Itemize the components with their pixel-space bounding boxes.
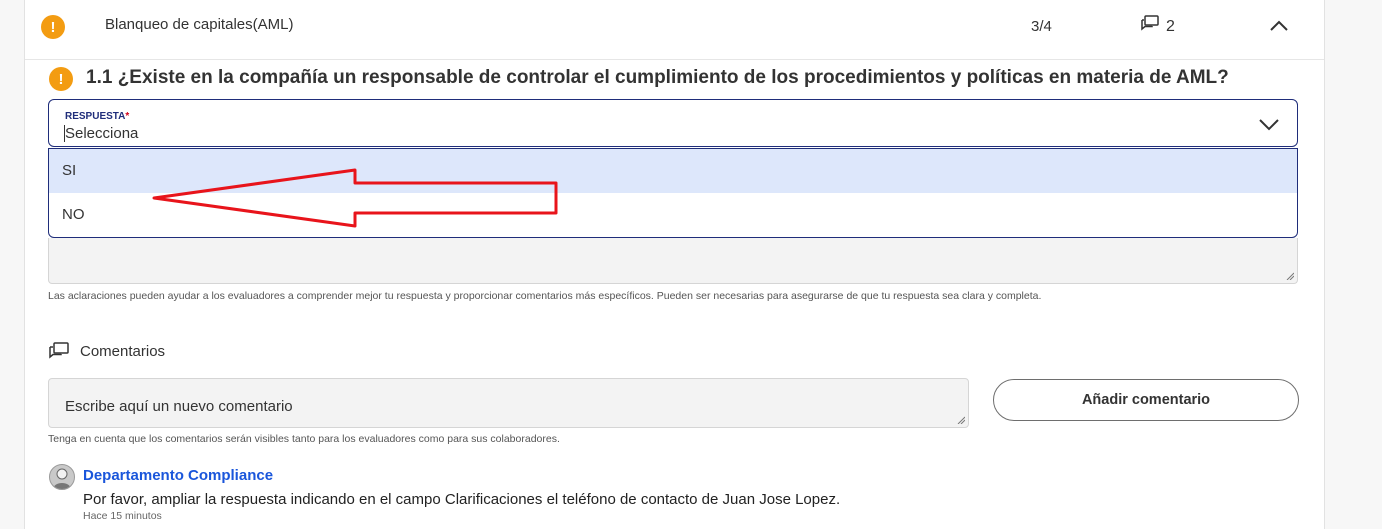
comment-author[interactable]: Departamento Compliance — [83, 467, 273, 484]
clarifications-textarea[interactable] — [48, 238, 1298, 284]
comments-heading: Comentarios — [48, 342, 165, 360]
resize-grip-icon[interactable] — [1286, 272, 1294, 280]
chat-bubbles-icon — [1140, 15, 1160, 38]
assessment-panel: ! Blanqueo de capitales(AML) 3/4 2 ! 1.1… — [24, 0, 1325, 529]
answer-select-label: RESPUESTA* — [65, 111, 130, 122]
question-text: 1.1 ¿Existe en la compañía un responsabl… — [86, 67, 1229, 88]
question-warning-icon: ! — [49, 67, 73, 91]
chevron-down-icon — [1259, 119, 1279, 131]
add-comment-button[interactable]: Añadir comentario — [993, 379, 1299, 421]
section-title: Blanqueo de capitales(AML) — [105, 16, 294, 33]
section-progress: 3/4 — [1031, 18, 1052, 35]
comments-count-value: 2 — [1166, 17, 1175, 35]
avatar — [49, 464, 75, 490]
warning-icon: ! — [41, 15, 65, 39]
section-header[interactable]: ! Blanqueo de capitales(AML) 3/4 2 — [25, 0, 1324, 60]
section-comments-count[interactable]: 2 — [1140, 15, 1175, 38]
chevron-up-icon — [1270, 20, 1288, 31]
comment-text: Por favor, ampliar la respuesta indicand… — [83, 491, 841, 508]
comments-visibility-hint: Tenga en cuenta que los comentarios será… — [48, 433, 560, 445]
answer-select[interactable]: RESPUESTA* Selecciona — [48, 99, 1298, 147]
annotation-arrow-icon — [152, 168, 558, 228]
new-comment-input[interactable]: Escribe aquí un nuevo comentario — [48, 378, 969, 428]
comments-heading-label: Comentarios — [80, 342, 166, 360]
resize-grip-icon[interactable] — [957, 416, 965, 424]
new-comment-placeholder: Escribe aquí un nuevo comentario — [65, 398, 293, 415]
collapse-button[interactable] — [1265, 12, 1293, 40]
comment-timestamp: Hace 15 minutos — [83, 510, 162, 522]
answer-select-value: Selecciona — [65, 125, 139, 142]
required-mark: * — [125, 111, 130, 122]
chat-bubbles-icon — [49, 342, 69, 359]
clarifications-hint: Las aclaraciones pueden ayudar a los eva… — [48, 290, 1042, 302]
